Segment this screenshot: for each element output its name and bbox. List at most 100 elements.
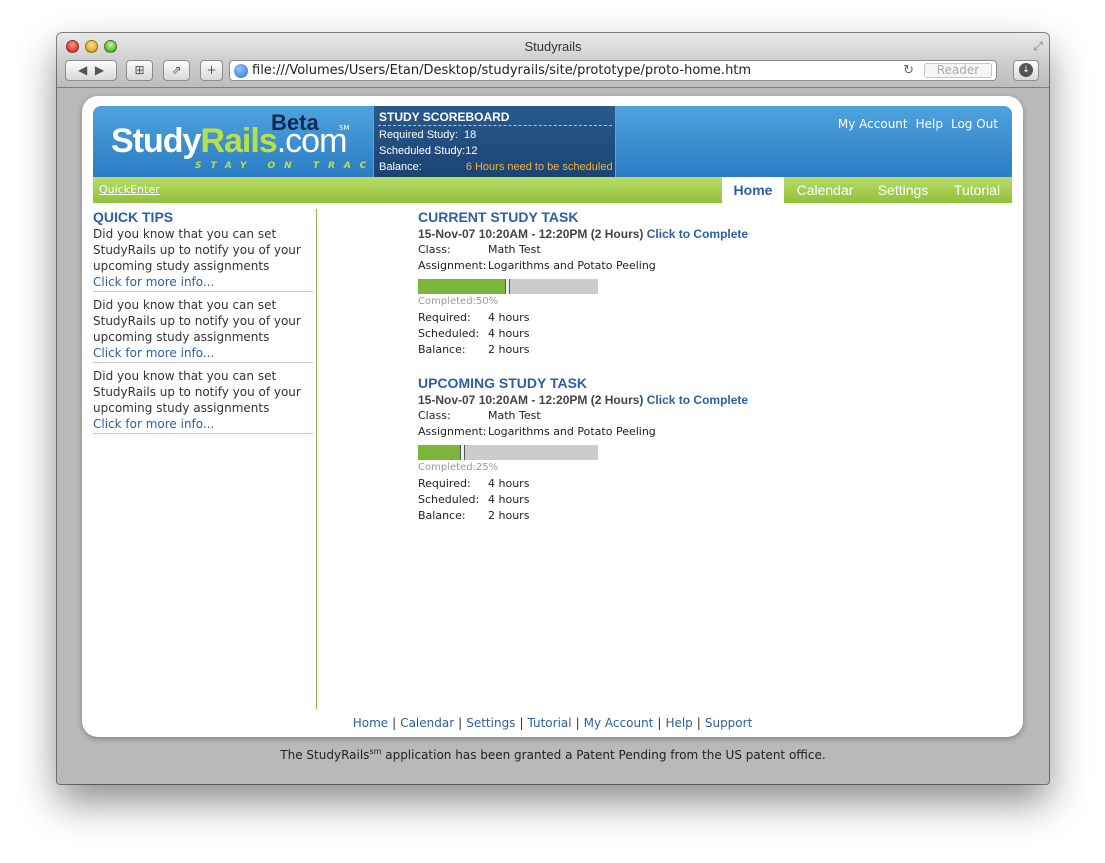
scoreboard-required: Required Study: 18 [379,129,476,141]
task-class: Class: Math Test [418,242,818,258]
separator: | [519,716,524,730]
window-title: Studyrails [524,39,582,54]
help-link[interactable]: Help [916,117,943,131]
site-header: StudyRails.com Beta SM STAY ON TRACK STU… [93,106,1012,177]
logo-rails: Rails [200,122,277,160]
show-all-bookmarks-button[interactable]: ⊞ [126,60,153,81]
scoreboard-title: STUDY SCOREBOARD [379,110,510,124]
task-balance: Balance: 2 hours [418,342,818,358]
forward-icon[interactable]: ▶ [95,63,104,77]
patent-text-rest: application has been granted a Patent Pe… [381,748,826,762]
add-bookmark-button[interactable]: + [200,60,223,81]
scoreboard-scheduled: Scheduled Study:12 [379,145,477,157]
tip-more-info-link[interactable]: Click for more info... [93,416,313,432]
task-progress-bar[interactable] [418,279,598,294]
logo-tagline: STAY ON TRACK [195,161,392,171]
main-nav: QuickEnter Home Calendar Settings Tutori… [93,177,1012,203]
reader-button[interactable]: Reader [924,63,992,78]
back-icon[interactable]: ◀ [78,63,87,77]
footer-calendar-link[interactable]: Calendar [400,716,454,730]
field-value: 4 hours [488,327,530,340]
quickenter-link[interactable]: QuickEnter [99,183,160,196]
share-icon: ⇗ [171,63,182,77]
globe-icon [234,64,248,78]
footer-help-link[interactable]: Help [665,716,692,730]
scoreboard-label: Balance: [379,161,422,173]
separator: | [657,716,662,730]
task-title: CURRENT STUDY TASK [418,209,579,225]
field-label: Balance: [418,509,466,522]
footer-my-account-link[interactable]: My Account [584,716,654,730]
field-value: Math Test [488,243,541,256]
tip-text: Did you know that you can set StudyRails… [93,369,301,415]
scoreboard-value: 12 [465,145,478,157]
task-assignment: Assignment: Logarithms and Potato Peeling [418,424,818,440]
task-required: Required: 4 hours [418,476,818,492]
field-value: Logarithms and Potato Peeling [488,259,656,272]
footer-home-link[interactable]: Home [353,716,388,730]
patent-sup: sm [369,747,382,756]
scoreboard-alert: 6 Hours need to be scheduled [465,161,613,173]
click-to-complete-link[interactable]: Click to Complete [647,393,748,407]
field-label: Balance: [418,343,466,356]
logo-sm: SM [339,124,350,132]
field-label: Required: [418,477,471,490]
downloads-button[interactable]: ↓ [1013,60,1039,81]
patent-text: The StudyRails [280,748,370,762]
field-value: 4 hours [488,311,530,324]
scoreboard-label: Required Study: [379,129,458,141]
task-time-text: 15-Nov-07 10:20AM - 12:20PM (2 Hours) [418,393,644,407]
bookmarks-icon: ⊞ [134,63,145,77]
click-to-complete-link[interactable]: Click to Complete [647,227,748,241]
completed-text: Completed:25% [418,462,499,473]
field-label: Assignment: [418,259,487,272]
tab-settings[interactable]: Settings [868,177,938,203]
account-links: My Account Help Log Out [830,117,998,131]
logo-study: Study [111,122,201,160]
task-required: Required: 4 hours [418,310,818,326]
download-icon: ↓ [1019,63,1033,77]
footer-nav: Home | Calendar | Settings | Tutorial | My Accou… [82,716,1023,730]
log-out-link[interactable]: Log Out [951,117,998,131]
field-value: 4 hours [488,477,530,490]
tip-more-info-link[interactable]: Click for more info... [93,274,313,290]
field-label: Assignment: [418,425,487,438]
tip-text: Did you know that you can set StudyRails… [93,298,301,344]
scoreboard-value: 18 [464,129,477,141]
footer-settings-link[interactable]: Settings [466,716,515,730]
field-label: Scheduled: [418,493,480,506]
progress-handle[interactable] [460,445,465,460]
task-title: UPCOMING STUDY TASK [418,375,588,391]
field-label: Required: [418,311,471,324]
separator: | [458,716,463,730]
share-button[interactable]: ⇗ [163,60,190,81]
task-scheduled: Scheduled: 4 hours [418,492,818,508]
completed-text: Completed:50% [418,296,499,307]
footer-tutorial-link[interactable]: Tutorial [527,716,571,730]
fullscreen-icon[interactable]: ⤢ [1033,39,1043,54]
studyrails-logo[interactable]: StudyRails.com Beta SM STAY ON TRACK [93,106,382,177]
task-scheduled: Scheduled: 4 hours [418,326,818,342]
quick-tips-sidebar: QUICK TIPS Did you know that you can set… [93,209,317,709]
scoreboard-label: Scheduled Study: [379,145,466,157]
tip-item: Did you know that you can set StudyRails… [93,368,313,434]
footer-support-link[interactable]: Support [705,716,752,730]
plus-icon: + [206,63,217,77]
logo-beta: Beta [271,110,319,135]
my-account-link[interactable]: My Account [838,117,908,131]
progress-handle[interactable] [505,279,510,294]
tab-calendar[interactable]: Calendar [788,177,862,203]
progress-fill [418,445,463,460]
reload-icon[interactable]: ↻ [903,63,914,78]
url-text[interactable]: file:///Volumes/Users/Etan/Desktop/study… [252,63,751,78]
page-content: StudyRails.com Beta SM STAY ON TRACK STU… [82,96,1023,737]
task-progress-bar[interactable] [418,445,598,460]
tab-tutorial[interactable]: Tutorial [945,177,1009,203]
address-bar[interactable]: file:///Volumes/Users/Etan/Desktop/study… [229,60,997,81]
task-assignment: Assignment: Logarithms and Potato Peeling [418,258,818,274]
back-forward-buttons[interactable]: ◀ ▶ [65,60,117,81]
separator: | [696,716,701,730]
field-label: Class: [418,243,451,256]
tab-home[interactable]: Home [722,177,784,203]
tip-more-info-link[interactable]: Click for more info... [93,345,313,361]
